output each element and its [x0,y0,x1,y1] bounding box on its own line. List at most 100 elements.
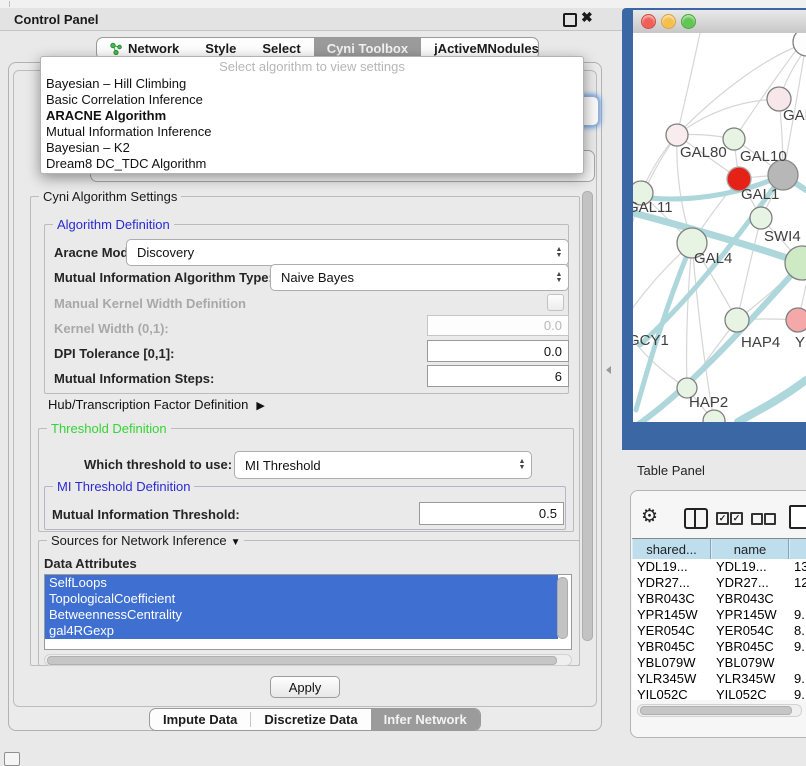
zoom-traffic-light[interactable] [681,14,696,29]
table-row[interactable]: YLR345WYLR345W9. [632,671,806,687]
column-header-shared-name[interactable]: shared... [632,539,711,559]
node-label: HAP2 [689,394,728,411]
tab-impute-data-label: Impute Data [163,712,237,727]
tab-infer-network[interactable]: Infer Network [371,709,480,730]
node-label: GAL11 [633,199,673,216]
node-gal80[interactable] [666,124,688,146]
app-root: { "icons": { "close": "✖", "gear": "⚙", … [0,0,806,762]
list-vertical-scrollbar[interactable] [557,577,568,639]
node-label: HAP4 [741,334,780,351]
combo-arrows-icon: ▲▼ [550,247,568,259]
data-attributes-listbox: SelfLoops TopologicalCoefficient Between… [44,574,572,650]
algorithm-dropdown-popup: Select algorithm to view settings Bayesi… [40,56,584,174]
tab-impute-data[interactable]: Impute Data [150,709,250,730]
sources-title[interactable]: Sources for Network Inference▼ [47,533,244,548]
table-row[interactable]: YBR045CYBR045C9. [632,639,806,655]
close-traffic-light[interactable] [641,14,656,29]
aracne-mode-combobox[interactable]: Discovery ▲▼ [126,239,569,266]
tab-discretize-data-label: Discretize Data [264,712,357,727]
algorithm-option[interactable]: Bayesian – K2 [41,140,583,156]
close-icon[interactable]: ✖ [581,9,593,26]
mi-type-label: Mutual Information Algorithm Type: [54,270,273,285]
algorithm-option[interactable]: Basic Correlation Inference [41,92,583,108]
expand-right-icon: ▶ [256,399,264,412]
column-header-name[interactable]: name [711,539,789,559]
popup-hint: Select algorithm to view settings [41,57,583,76]
table-row[interactable]: YBL079WYBL079W [632,655,806,671]
table-row[interactable]: YER054CYER054C8. [632,623,806,639]
kernel-width-field[interactable]: 0.0 [427,315,569,336]
dpi-tolerance-field[interactable]: 0.0 [427,340,569,362]
manual-kernel-checkbox[interactable] [547,294,564,311]
network-window-titlebar[interactable] [633,10,806,34]
bottom-tabbar: Impute Data Discretize Data Infer Networ… [149,708,481,731]
list-horizontal-scrollbar[interactable] [44,654,572,666]
panel-title: Control Panel [14,12,99,27]
network-icon [110,42,122,55]
which-threshold-combobox[interactable]: MI Threshold ▲▼ [234,451,532,479]
column-header-partial[interactable]: A [789,539,806,559]
collapsed-panel-icon[interactable] [4,752,20,766]
tab-infer-network-label: Infer Network [384,712,467,727]
network-canvas[interactable]: GAL GAL80 GAL10 GAL1 GAL11 GAL4 SWI4 HAP… [633,33,806,422]
list-item[interactable]: BetweennessCentrality [45,607,558,623]
algorithm-option-selected[interactable]: ARACNE Algorithm [41,108,583,124]
hub-definition-label: Hub/Transcription Factor Definition [48,397,248,412]
mi-type-value: Naive Bayes [271,270,550,285]
kernel-width-label: Kernel Width (0,1): [54,321,169,336]
splitter-arrow-icon[interactable] [606,366,611,374]
settings-vertical-scrollbar[interactable] [581,188,593,662]
list-item[interactable]: SelfLoops [45,575,558,591]
table-row[interactable]: YPR145WYPR145W9. [632,607,806,623]
tab-style-label: Style [205,41,236,56]
columns-icon[interactable] [684,508,708,529]
export-table-icon[interactable] [789,505,806,529]
mi-threshold-label: Mutual Information Threshold: [52,507,240,522]
table-row[interactable]: YIL052CYIL052C9. [632,687,806,700]
unchecked-box-icon[interactable] [764,513,776,525]
mi-threshold-title: MI Threshold Definition [53,479,194,494]
mi-steps-label: Mutual Information Steps: [54,371,214,386]
node-label: Y [795,334,805,351]
checked-box-icon[interactable]: ✓ [716,512,729,525]
minimize-traffic-light[interactable] [661,14,676,29]
node-salmon[interactable] [786,308,806,332]
float-window-icon[interactable] [563,13,577,27]
cyni-algorithm-settings-title: Cyni Algorithm Settings [39,189,181,204]
table-row[interactable]: YDL19...YDL19...13 [632,559,806,575]
hub-definition-expander[interactable]: Hub/Transcription Factor Definition ▶ [48,397,265,412]
unchecked-box-icon[interactable] [751,513,763,525]
node-unlabeled[interactable] [750,207,772,229]
algorithm-definition-title: Algorithm Definition [53,217,174,232]
tab-select-label: Select [262,41,300,56]
list-item[interactable]: gal4RGexp [45,623,558,639]
mi-type-combobox[interactable]: Naive Bayes ▲▼ [270,264,569,291]
table-header-row: shared... name A [632,538,806,560]
which-threshold-label: Which threshold to use: [84,457,232,472]
algorithm-option[interactable]: Mutual Information Inference [41,124,583,140]
manual-kernel-label: Manual Kernel Width Definition [54,296,246,311]
node-label: GAL [783,107,806,124]
mi-steps-field[interactable]: 6 [427,365,569,387]
tab-discretize-data[interactable]: Discretize Data [251,709,370,730]
tab-jactivemnodules-label: jActiveMNodules [434,41,539,56]
which-threshold-value: MI Threshold [235,458,513,473]
list-item[interactable]: TopologicalCoefficient [45,591,558,607]
apply-button[interactable]: Apply [270,676,340,698]
network-graph: GAL GAL80 GAL10 GAL1 GAL11 GAL4 SWI4 HAP… [633,33,806,422]
table-horizontal-scrollbar[interactable] [637,704,802,717]
mi-threshold-field[interactable]: 0.5 [419,502,564,525]
node-label: GAL80 [680,144,727,161]
table-row[interactable]: YBR043CYBR043C [632,591,806,607]
algorithm-option[interactable]: Dream8 DC_TDC Algorithm [41,156,583,172]
table-panel-title: Table Panel [637,463,705,478]
node-label: GAL10 [740,148,787,165]
node-hap4[interactable] [725,308,749,332]
combo-arrows-icon: ▲▼ [550,272,568,284]
node-label: SWI4 [764,228,801,245]
checked-box-icon[interactable]: ✓ [730,512,743,525]
scrollbar-thumb[interactable] [582,191,593,641]
algorithm-option[interactable]: Bayesian – Hill Climbing [41,76,583,92]
gear-icon[interactable]: ⚙ [641,505,658,528]
table-row[interactable]: YDR27...YDR27...12 [632,575,806,591]
